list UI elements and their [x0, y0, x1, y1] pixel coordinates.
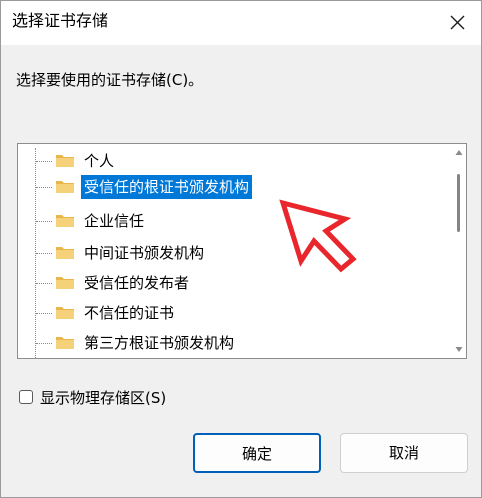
scroll-up-arrow-icon[interactable] — [455, 149, 463, 157]
tree-item-label[interactable]: 不信任的证书 — [81, 301, 177, 325]
tree-branch-line — [36, 283, 52, 284]
cancel-button[interactable]: 取消 — [340, 433, 468, 473]
tree-item[interactable]: 受信任的发布者 — [18, 270, 438, 296]
tree-item-label[interactable]: 企业信任 — [81, 209, 147, 233]
show-physical-stores-label[interactable]: 显示物理存储区(S) — [40, 388, 166, 408]
tree-item[interactable]: 企业信任 — [18, 208, 438, 234]
tree-item[interactable]: 第三方根证书颁发机构 — [18, 330, 438, 356]
tree-scrollbar[interactable] — [452, 144, 466, 358]
tree-item[interactable]: 个人 — [18, 148, 438, 174]
title-bar: 选择证书存储 — [1, 1, 481, 45]
tree-item[interactable]: 受信任的根证书颁发机构 — [18, 174, 438, 200]
folder-icon — [56, 215, 74, 227]
tree-item-label[interactable]: 第三方根证书颁发机构 — [81, 331, 237, 355]
certificate-store-tree[interactable]: 个人 受信任的根证书颁发机构 企业信任中间证书颁发机构 受信任的发布者 不信任的证书第三… — [17, 143, 467, 359]
tree-item-label[interactable]: 受信任的发布者 — [81, 271, 192, 295]
tree-branch-line — [36, 253, 52, 254]
tree-branch-line — [36, 313, 52, 314]
folder-icon — [56, 155, 74, 167]
folder-icon — [56, 307, 74, 319]
tree-item-label[interactable]: 受信任的根证书颁发机构 — [81, 175, 253, 199]
tree-item-label[interactable]: 中间证书颁发机构 — [81, 241, 207, 265]
folder-icon — [56, 277, 74, 289]
folder-icon — [56, 181, 74, 193]
select-certificate-store-dialog: 选择证书存储 选择要使用的证书存储(C)。 个人 受信任的根证书颁发机构 企业信任中… — [0, 0, 482, 498]
tree-branch-line — [36, 187, 52, 188]
folder-icon — [56, 247, 74, 259]
tree-item[interactable]: 中间证书颁发机构 — [18, 240, 438, 266]
tree-branch-line — [36, 161, 52, 162]
close-button[interactable] — [435, 1, 481, 45]
folder-icon — [56, 337, 74, 349]
scrollbar-thumb[interactable] — [457, 174, 460, 232]
red-pointer-arrow-icon — [279, 199, 357, 273]
show-physical-stores-checkbox[interactable] — [19, 390, 33, 404]
tree-item[interactable]: 不信任的证书 — [18, 300, 438, 326]
scroll-down-arrow-icon[interactable] — [455, 345, 463, 353]
window-title: 选择证书存储 — [12, 11, 109, 30]
tree-branch-line — [36, 343, 52, 344]
tree-item-label[interactable]: 个人 — [81, 149, 117, 173]
ok-button[interactable]: 确定 — [193, 433, 321, 473]
store-prompt-label: 选择要使用的证书存储(C)。 — [16, 71, 204, 89]
tree-branch-line — [36, 221, 52, 222]
close-icon — [450, 15, 465, 30]
